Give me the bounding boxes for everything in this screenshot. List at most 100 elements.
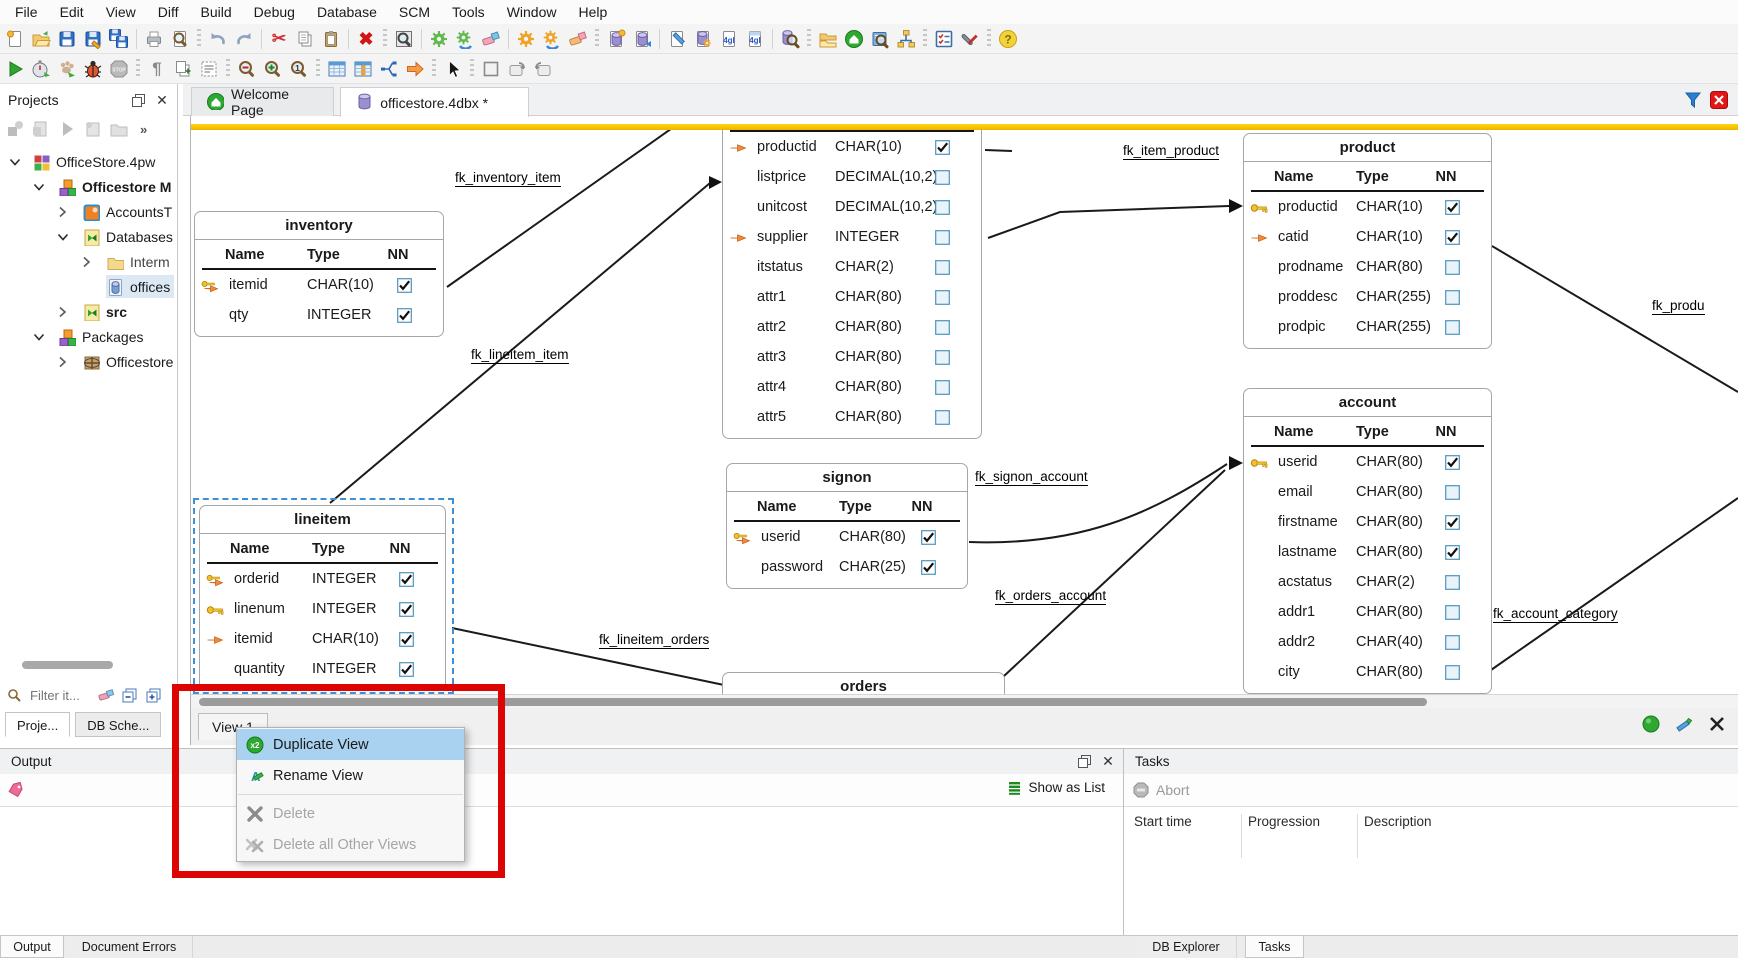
checkbox-checked[interactable] (399, 602, 414, 621)
close-panel-icon[interactable]: ✕ (1099, 753, 1117, 771)
filter-funnel-icon[interactable] (1684, 91, 1702, 114)
checkbox-unchecked[interactable] (935, 350, 950, 369)
pencil-icon[interactable] (1675, 715, 1693, 733)
delete-icon[interactable]: ✖ (353, 26, 379, 52)
database-browser-icon[interactable] (777, 26, 803, 52)
zoom-in-icon[interactable] (260, 56, 286, 82)
run-icon[interactable] (2, 56, 28, 82)
edit-schema-icon[interactable] (664, 26, 690, 52)
table-row-attr2[interactable]: attr2CHAR(80) (723, 313, 981, 343)
print-icon[interactable] (141, 26, 167, 52)
copy-icon[interactable] (292, 26, 318, 52)
duplicate-page-icon[interactable] (170, 56, 196, 82)
table-row-supplier[interactable]: supplierINTEGER (723, 223, 981, 253)
report-preview-icon[interactable] (391, 26, 417, 52)
fk-label-fk_account_category[interactable]: fk_account_category (1493, 606, 1618, 623)
green-circle-icon[interactable] (1642, 715, 1660, 733)
diagram-canvas[interactable]: inventoryNameTypeNNitemidCHAR(10)qtyINTE… (191, 124, 1738, 694)
checkbox-unchecked[interactable] (935, 410, 950, 429)
zoom-out-icon[interactable] (234, 56, 260, 82)
next-arrow-icon[interactable] (402, 56, 428, 82)
tree-item-packages[interactable]: Packages (0, 324, 178, 349)
diagram-table-signon[interactable]: signonNameTypeNNuseridCHAR(80)passwordCH… (726, 463, 968, 589)
tree-item-offices[interactable]: offices (0, 274, 178, 299)
rotate-right-shape-icon[interactable] (530, 56, 556, 82)
fgl-form-icon[interactable]: 4gl (742, 26, 768, 52)
menu-build[interactable]: Build (190, 2, 243, 22)
checkbox-unchecked[interactable] (935, 320, 950, 339)
tree-item-interm[interactable]: Interm (0, 249, 178, 274)
table-row-acstatus[interactable]: acstatusCHAR(2) (1244, 568, 1491, 598)
show-as-list-button[interactable]: Show as List (1008, 780, 1105, 795)
float-panel-icon[interactable] (129, 91, 147, 109)
checkbox-checked[interactable] (399, 632, 414, 651)
menu-edit[interactable]: Edit (49, 2, 95, 22)
table-row-userid[interactable]: useridCHAR(80) (727, 523, 967, 553)
chevron-right-icon[interactable] (56, 355, 68, 372)
fk-label-fk_orders_account[interactable]: fk_orders_account (995, 588, 1106, 605)
checkbox-unchecked[interactable] (935, 380, 950, 399)
checkbox-unchecked[interactable] (1445, 260, 1460, 279)
checkbox-checked[interactable] (1445, 230, 1460, 249)
bottom-tab-output[interactable]: Output (0, 936, 64, 958)
diagram-table-orders[interactable]: ordersNameTypeNN (722, 672, 1005, 694)
pointer-icon[interactable] (440, 56, 466, 82)
checkbox-checked[interactable] (399, 662, 414, 681)
tree-item-src[interactable]: src (0, 299, 178, 324)
menu-help[interactable]: Help (567, 2, 618, 22)
checkbox-unchecked[interactable] (1445, 290, 1460, 309)
tree-item-officestore-m[interactable]: Officestore M (0, 174, 178, 199)
checkbox-unchecked[interactable] (1445, 635, 1460, 654)
stop-icon[interactable]: STOP (106, 56, 132, 82)
bottom-tab-document-errors[interactable]: Document Errors (66, 936, 193, 958)
page-layout-icon[interactable] (196, 56, 222, 82)
file-browser-icon[interactable] (815, 26, 841, 52)
import-database-icon[interactable] (629, 26, 655, 52)
diagram-table-product[interactable]: productNameTypeNNproductidCHAR(10)catidC… (1243, 133, 1492, 349)
task-list-icon[interactable] (931, 26, 957, 52)
fk-label-fk_signon_account[interactable]: fk_signon_account (975, 469, 1088, 486)
table-row-qty[interactable]: qtyINTEGER (195, 301, 443, 331)
fgl-doc-icon[interactable]: 4gl (716, 26, 742, 52)
checkbox-unchecked[interactable] (935, 260, 950, 279)
table-row-userid[interactable]: useridCHAR(80) (1244, 448, 1491, 478)
column-start-time[interactable]: Start time (1134, 814, 1192, 829)
build-all-gear-icon[interactable] (513, 26, 539, 52)
table-row-proddesc[interactable]: proddescCHAR(255) (1244, 283, 1491, 313)
checkbox-unchecked[interactable] (1445, 665, 1460, 684)
checkbox-checked[interactable] (1445, 545, 1460, 564)
checkbox-checked[interactable] (397, 278, 412, 297)
projects-tree-scrollbar[interactable] (0, 660, 170, 670)
save-icon[interactable] (54, 26, 80, 52)
menu-window[interactable]: Window (496, 2, 568, 22)
pink-tag-icon[interactable] (6, 780, 26, 800)
more-chevrons-icon[interactable]: » (140, 122, 147, 137)
shape-square-icon[interactable] (478, 56, 504, 82)
expand-all-icon[interactable] (144, 685, 164, 705)
paragraph-marks-icon[interactable]: ¶ (144, 56, 170, 82)
table-row-orderid[interactable]: orderidINTEGER (200, 565, 445, 595)
tree-item-officestore-4pw[interactable]: OfficeStore.4pw (0, 149, 178, 174)
table-row-itstatus[interactable]: itstatusCHAR(2) (723, 253, 981, 283)
table-row-addr1[interactable]: addr1CHAR(80) (1244, 598, 1491, 628)
table-row-itemid[interactable]: itemidCHAR(10) (200, 625, 445, 655)
fk-label-fk_lineitem_item[interactable]: fk_lineitem_item (471, 347, 569, 364)
checkbox-checked[interactable] (399, 572, 414, 591)
chevron-down-icon[interactable] (32, 180, 46, 196)
menu-diff[interactable]: Diff (147, 2, 190, 22)
save-as-icon[interactable] (80, 26, 106, 52)
rebuild-all-gear-icon[interactable] (539, 26, 565, 52)
chevron-down-icon[interactable] (32, 330, 46, 346)
clean-eraser-icon[interactable] (478, 26, 504, 52)
table-row-linenum[interactable]: linenumINTEGER (200, 595, 445, 625)
new-file-icon[interactable] (2, 26, 28, 52)
checkbox-checked[interactable] (935, 140, 950, 159)
table-row-attr1[interactable]: attr1CHAR(80) (723, 283, 981, 313)
chevron-right-icon[interactable] (56, 305, 68, 322)
table-row-addr2[interactable]: addr2CHAR(40) (1244, 628, 1491, 658)
table-row-productid[interactable]: productidCHAR(10) (723, 133, 981, 163)
checkbox-unchecked[interactable] (1445, 605, 1460, 624)
zoom-original-icon[interactable]: 1 (286, 56, 312, 82)
close-panel-icon[interactable]: ✕ (153, 91, 171, 109)
table-row-prodname[interactable]: prodnameCHAR(80) (1244, 253, 1491, 283)
